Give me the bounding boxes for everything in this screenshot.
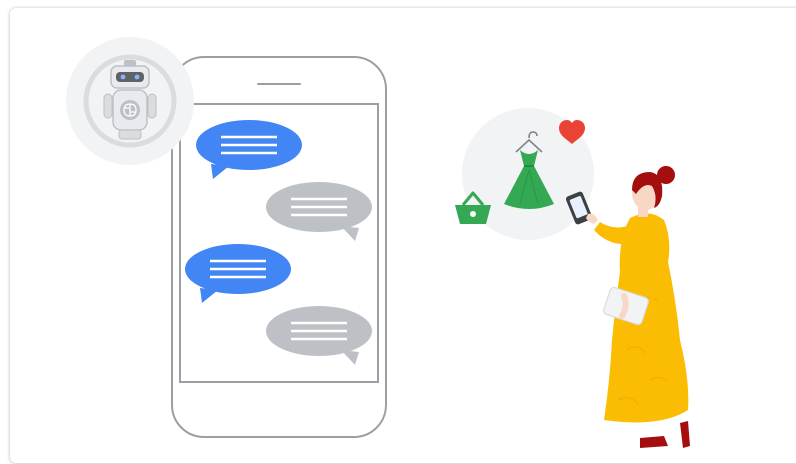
phone-mockup bbox=[171, 56, 387, 438]
shopping-cluster bbox=[455, 108, 594, 240]
woman-with-phone bbox=[565, 166, 690, 448]
robot-avatar bbox=[66, 37, 194, 165]
conversational-commerce-illustration bbox=[66, 37, 690, 448]
